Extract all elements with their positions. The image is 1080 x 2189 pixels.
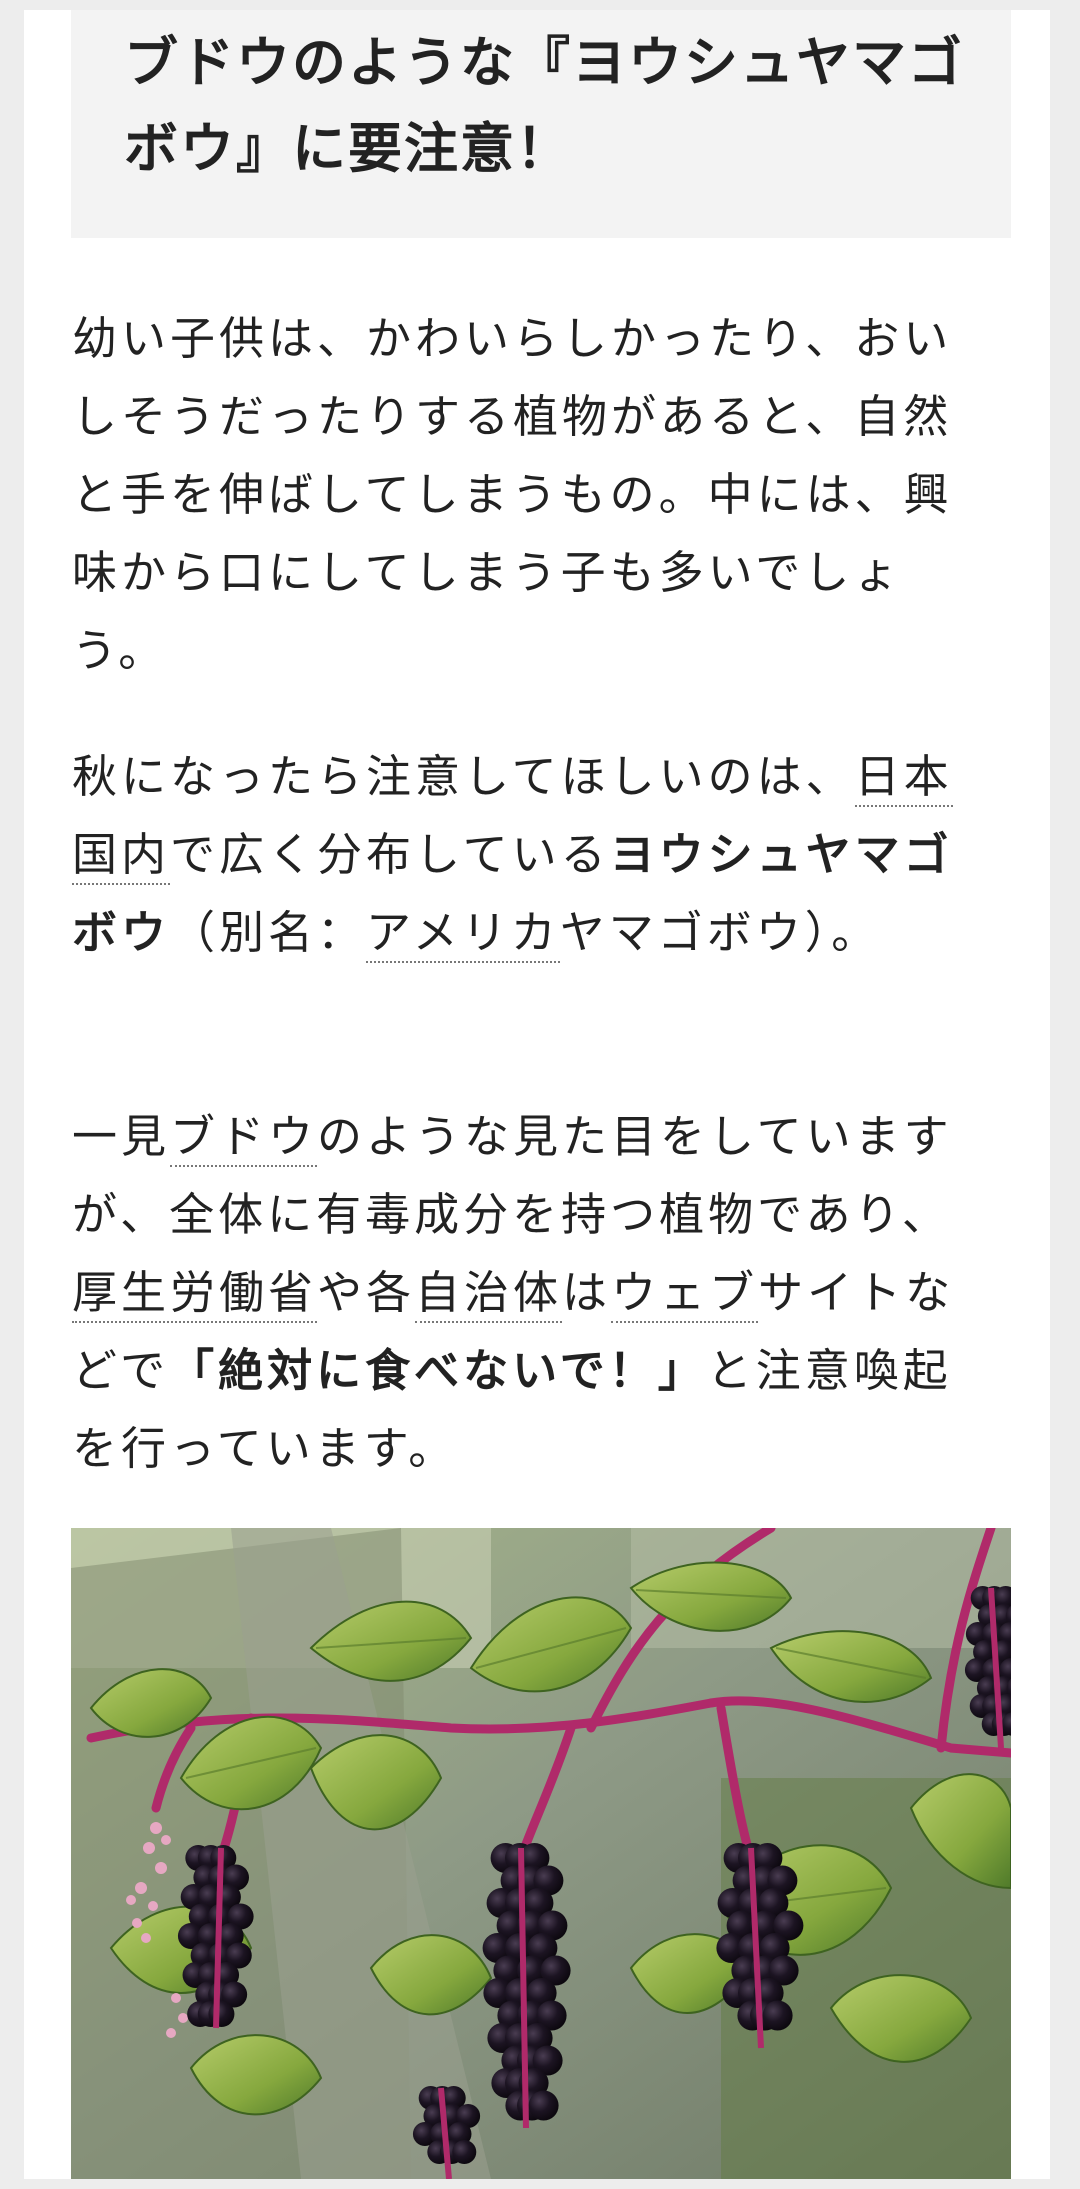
link-america[interactable]: アメリカ: [366, 906, 560, 963]
link-ministry-health[interactable]: 厚生労働省: [72, 1266, 318, 1323]
section-heading: ブドウのような『ヨウシュヤマゴボウ』に要注意！: [124, 31, 964, 180]
pokeweed-photo: [71, 1528, 1011, 2179]
text-segment: 秋になったら注意してほしいのは、: [72, 750, 855, 803]
text-segment: は: [562, 1266, 612, 1319]
paragraph-toxic-warning: 一見ブドウのような見た目をしていますが、全体に有毒成分を持つ植物であり、厚生労働…: [72, 1098, 992, 1488]
berry: [762, 2000, 793, 2031]
text-segment: 一見: [72, 1110, 171, 1163]
berry: [452, 2140, 477, 2164]
warning-bold: 「絶対に食べないで！」: [169, 1344, 707, 1397]
text-segment: ヤマゴボウ）。: [559, 906, 881, 959]
text-segment: や各: [317, 1266, 416, 1319]
link-grape[interactable]: ブドウ: [170, 1110, 318, 1167]
berry: [528, 2090, 559, 2121]
berry: [208, 2001, 235, 2027]
link-municipality[interactable]: 自治体: [415, 1266, 563, 1323]
paragraph-intro: 幼い子供は、かわいらしかったり、おいしそうだったりする植物があると、自然と手を伸…: [72, 312, 953, 677]
section-heading-box: ブドウのような『ヨウシュヤマゴボウ』に要注意！: [71, 10, 1011, 238]
paragraph-autumn-warning: 秋になったら注意してほしいのは、日本国内で広く分布しているヨウシュヤマゴボウ（別…: [72, 738, 992, 972]
article-page: ブドウのような『ヨウシュヤマゴボウ』に要注意！ 幼い子供は、かわいらしかったり、…: [24, 10, 1050, 2179]
text-segment: （別名：: [170, 906, 367, 959]
text-segment: で広く分布している: [170, 828, 610, 881]
link-web[interactable]: ウェブ: [611, 1266, 759, 1323]
